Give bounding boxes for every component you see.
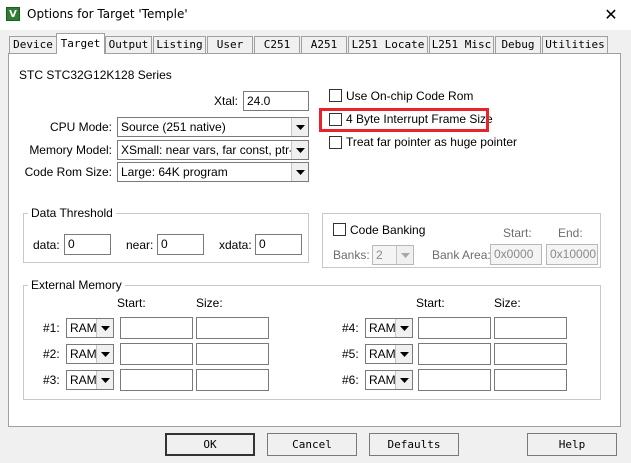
ext-mem-type-value: RAM <box>70 321 97 335</box>
data-label: data: <box>33 238 60 252</box>
xdata-label: xdata: <box>219 238 252 252</box>
device-series-label: STC STC32G12K128 Series <box>19 68 172 82</box>
xtal-input[interactable]: 24.0 <box>243 91 309 111</box>
chevron-down-icon <box>96 345 113 363</box>
memory-model-label: Memory Model: <box>29 143 112 157</box>
app-icon: V <box>6 7 20 21</box>
ext-mem-start-input[interactable] <box>418 343 491 365</box>
bank-end-label: End: <box>558 226 583 240</box>
ext-mem-label: #1: <box>43 321 60 335</box>
near-label: near: <box>126 238 154 252</box>
data-threshold-input[interactable]: 0 <box>64 234 111 255</box>
code-rom-size-select[interactable]: Large: 64K program <box>117 162 309 182</box>
ext-mem-size-input[interactable] <box>196 343 269 365</box>
tab-user[interactable]: User <box>207 36 253 53</box>
cpu-mode-select[interactable]: Source (251 native) <box>117 117 309 137</box>
ext-mem-start-input[interactable] <box>418 369 491 391</box>
code-banking-checkbox[interactable] <box>333 223 346 236</box>
cancel-button[interactable]: Cancel <box>267 433 357 456</box>
chevron-down-icon <box>96 319 113 337</box>
tab-listing[interactable]: Listing <box>153 36 206 53</box>
ext-mem-label: #2: <box>43 347 60 361</box>
code-rom-size-value: Large: 64K program <box>121 165 228 179</box>
ext-mem-start-input[interactable] <box>120 343 193 365</box>
memory-model-select[interactable]: XSmall: near vars, far const, ptr-4 <box>117 140 309 160</box>
tab-device[interactable]: Device <box>9 36 57 53</box>
ext-mem-start-input[interactable] <box>120 369 193 391</box>
banks-value: 2 <box>376 248 383 262</box>
chevron-down-icon <box>291 163 308 181</box>
ext-mem-label: #5: <box>342 347 359 361</box>
code-rom-size-label: Code Rom Size: <box>24 165 112 179</box>
ok-button[interactable]: OK <box>165 433 255 456</box>
ext-mem-type-select[interactable]: RAM <box>66 370 114 390</box>
ext-mem-label: #4: <box>342 321 359 335</box>
chevron-down-icon <box>96 371 113 389</box>
cpu-mode-value: Source (251 native) <box>121 120 226 134</box>
ext-mem-size-input[interactable] <box>494 317 567 339</box>
cpu-mode-label: CPU Mode: <box>49 120 112 134</box>
help-button[interactable]: Help <box>527 433 617 456</box>
bank-area-label: Bank Area: <box>432 248 491 262</box>
bank-area-start-input[interactable]: 0x0000 <box>490 244 542 265</box>
chevron-down-icon <box>291 118 308 136</box>
ext-mem-type-select[interactable]: RAM <box>365 370 413 390</box>
xtal-label: Xtal: <box>213 94 238 108</box>
ext-start-header-right: Start: <box>416 296 445 310</box>
chevron-down-icon <box>395 371 412 389</box>
ext-mem-size-input[interactable] <box>494 343 567 365</box>
bank-start-label: Start: <box>503 226 532 240</box>
ext-mem-type-select[interactable]: RAM <box>66 318 114 338</box>
ext-mem-size-input[interactable] <box>196 317 269 339</box>
banks-select[interactable]: 2 <box>372 245 414 265</box>
tab-target[interactable]: Target <box>56 33 105 54</box>
ext-mem-type-value: RAM <box>369 321 396 335</box>
ext-mem-type-value: RAM <box>70 373 97 387</box>
defaults-button[interactable]: Defaults <box>369 433 459 456</box>
tab-l251-misc[interactable]: L251 Misc <box>429 36 494 53</box>
tab-a251[interactable]: A251 <box>301 36 347 53</box>
use-onchip-code-rom-checkbox[interactable] <box>329 89 342 102</box>
banks-label: Banks: <box>333 248 370 262</box>
ext-mem-type-select[interactable]: RAM <box>365 344 413 364</box>
data-threshold-title: Data Threshold <box>28 206 116 220</box>
memory-model-value: XSmall: near vars, far const, ptr-4 <box>121 143 300 157</box>
far-pointer-huge-checkbox[interactable] <box>329 136 342 149</box>
ext-mem-start-input[interactable] <box>120 317 193 339</box>
ext-mem-label: #3: <box>43 373 60 387</box>
code-banking-label: Code Banking <box>350 223 426 237</box>
chevron-down-icon <box>396 246 413 264</box>
chevron-down-icon <box>291 141 308 159</box>
ext-mem-size-input[interactable] <box>494 369 567 391</box>
ext-mem-type-value: RAM <box>369 347 396 361</box>
tab-utilities[interactable]: Utilities <box>542 36 608 53</box>
ext-mem-type-value: RAM <box>70 347 97 361</box>
ext-mem-type-select[interactable]: RAM <box>365 318 413 338</box>
chevron-down-icon <box>395 319 412 337</box>
ext-size-header-left: Size: <box>196 296 223 310</box>
tab-output[interactable]: Output <box>105 36 152 53</box>
tab-c251[interactable]: C251 <box>254 36 300 53</box>
far-pointer-huge-label: Treat far pointer as huge pointer <box>346 135 517 149</box>
use-onchip-code-rom-label: Use On-chip Code Rom <box>346 89 474 103</box>
window-title: Options for Target 'Temple' <box>27 7 188 21</box>
close-icon[interactable]: ✕ <box>596 2 626 28</box>
ext-mem-size-input[interactable] <box>196 369 269 391</box>
ext-mem-type-value: RAM <box>369 373 396 387</box>
tab-debug[interactable]: Debug <box>495 36 541 53</box>
ext-mem-start-input[interactable] <box>418 317 491 339</box>
external-memory-title: External Memory <box>28 278 125 292</box>
highlight-box <box>319 108 489 132</box>
tab-l251-locate[interactable]: L251 Locate <box>348 36 428 53</box>
ext-size-header-right: Size: <box>494 296 521 310</box>
ext-mem-label: #6: <box>342 373 359 387</box>
bank-area-end-input[interactable]: 0x10000 <box>546 244 598 265</box>
chevron-down-icon <box>395 345 412 363</box>
ext-start-header-left: Start: <box>117 296 146 310</box>
ext-mem-type-select[interactable]: RAM <box>66 344 114 364</box>
xdata-threshold-input[interactable]: 0 <box>255 234 302 255</box>
near-threshold-input[interactable]: 0 <box>157 234 204 255</box>
